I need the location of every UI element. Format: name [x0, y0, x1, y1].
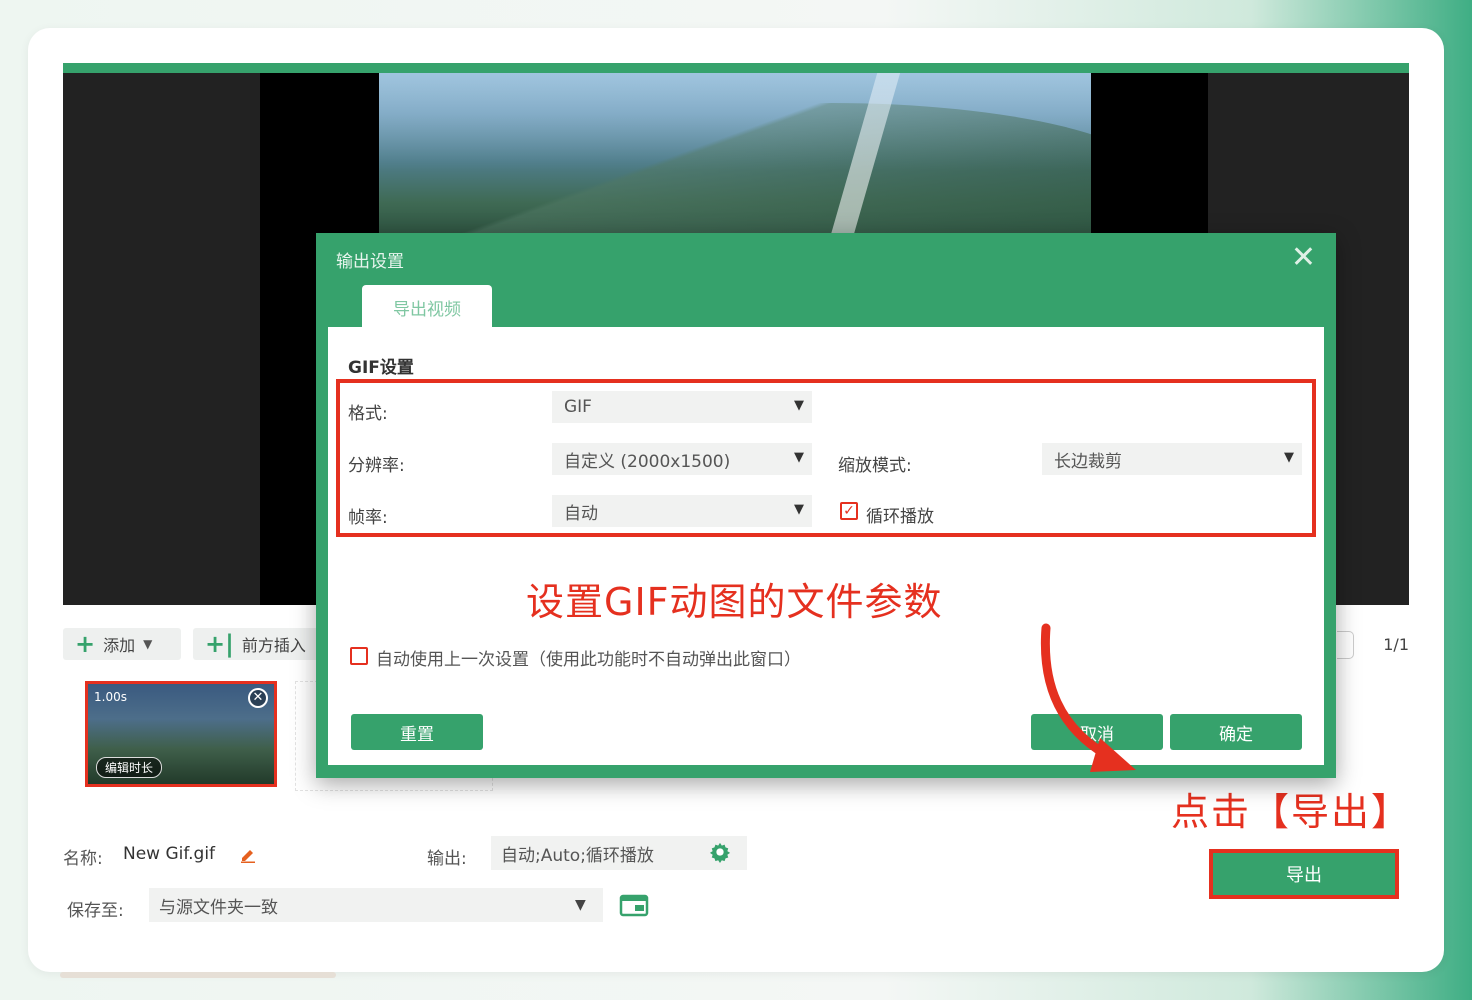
gear-icon[interactable]	[709, 841, 731, 863]
loop-checkbox[interactable]: ✓	[840, 502, 858, 520]
chevron-down-icon: ▼	[575, 897, 586, 913]
window-topbar	[63, 63, 1409, 73]
folder-icon[interactable]	[619, 893, 649, 917]
page-selector[interactable]	[1337, 631, 1354, 659]
insert-before-label: 前方插入	[241, 636, 306, 655]
video-frame-image	[379, 73, 1091, 235]
clip-duration: 1.00s	[94, 690, 127, 704]
zoom-mode-label: 缩放模式:	[838, 456, 912, 476]
edit-duration-button[interactable]: 编辑时长	[96, 757, 163, 778]
red-arrow-annotation	[1040, 623, 1136, 772]
add-label: 添加	[103, 636, 136, 655]
chevron-down-icon: ▼	[794, 502, 804, 517]
add-button[interactable]: + 添加 ▼	[63, 628, 181, 660]
reset-button[interactable]: 重置	[351, 714, 483, 750]
fps-label: 帧率:	[348, 508, 388, 528]
insert-before-icon: +|	[205, 630, 234, 658]
export-button[interactable]: 导出	[1209, 849, 1399, 899]
tab-export-video[interactable]: 导出视频	[362, 285, 492, 329]
auto-use-last-label: 自动使用上一次设置（使用此功能时不自动弹出此窗口）	[376, 650, 801, 670]
plus-icon: +	[75, 630, 96, 658]
dialog-title: 输出设置	[336, 252, 404, 272]
format-select[interactable]: GIF ▼	[552, 391, 812, 423]
clip-thumbnail[interactable]: 1.00s ✕ 编辑时长	[85, 681, 277, 787]
fps-value: 自动	[564, 503, 598, 524]
loop-label: 循环播放	[866, 507, 934, 527]
zoom-mode-value: 长边裁剪	[1054, 451, 1122, 472]
output-settings-value: 自动;Auto;循环播放	[501, 845, 654, 866]
save-to-label: 保存至:	[67, 901, 124, 921]
zoom-mode-select[interactable]: 长边裁剪 ▼	[1042, 443, 1302, 475]
resolution-select[interactable]: 自定义 (2000x1500) ▼	[552, 443, 812, 475]
dialog-body: GIF设置 格式: GIF ▼ 分辨率: 自定义 (2000x1500) ▼ 缩…	[328, 327, 1324, 765]
export-callout-text: 点击【导出】	[1171, 790, 1412, 834]
name-label: 名称:	[63, 849, 103, 869]
output-label: 输出:	[427, 849, 467, 869]
chevron-down-icon: ▼	[794, 398, 804, 413]
resolution-label: 分辨率:	[348, 456, 405, 476]
close-icon[interactable]: ✕	[248, 688, 268, 708]
format-value: GIF	[564, 397, 592, 417]
settings-callout-text: 设置GIF动图的文件参数	[526, 580, 943, 624]
confirm-button[interactable]: 确定	[1170, 714, 1302, 750]
save-location-value: 与源文件夹一致	[159, 897, 278, 918]
close-icon[interactable]: ✕	[1291, 243, 1316, 273]
gif-settings-heading: GIF设置	[348, 358, 414, 378]
save-location-select[interactable]: 与源文件夹一致 ▼	[149, 888, 603, 922]
insert-before-button[interactable]: +| 前方插入	[193, 628, 323, 660]
page-count: 1/1	[1383, 635, 1409, 654]
chevron-down-icon: ▼	[794, 450, 804, 465]
format-label: 格式:	[348, 404, 388, 424]
fps-select[interactable]: 自动 ▼	[552, 495, 812, 527]
file-name-value: New Gif.gif	[123, 844, 216, 864]
pencil-icon[interactable]	[239, 845, 257, 863]
chevron-down-icon: ▼	[1284, 450, 1294, 465]
resolution-value: 自定义 (2000x1500)	[564, 451, 731, 472]
auto-use-last-checkbox[interactable]	[350, 647, 368, 665]
chevron-down-icon: ▼	[143, 637, 153, 651]
card-shadow-strip	[60, 972, 336, 978]
output-settings-dialog: 输出设置 ✕ 导出视频 GIF设置 格式: GIF ▼ 分辨率: 自定义 (20…	[316, 233, 1336, 778]
